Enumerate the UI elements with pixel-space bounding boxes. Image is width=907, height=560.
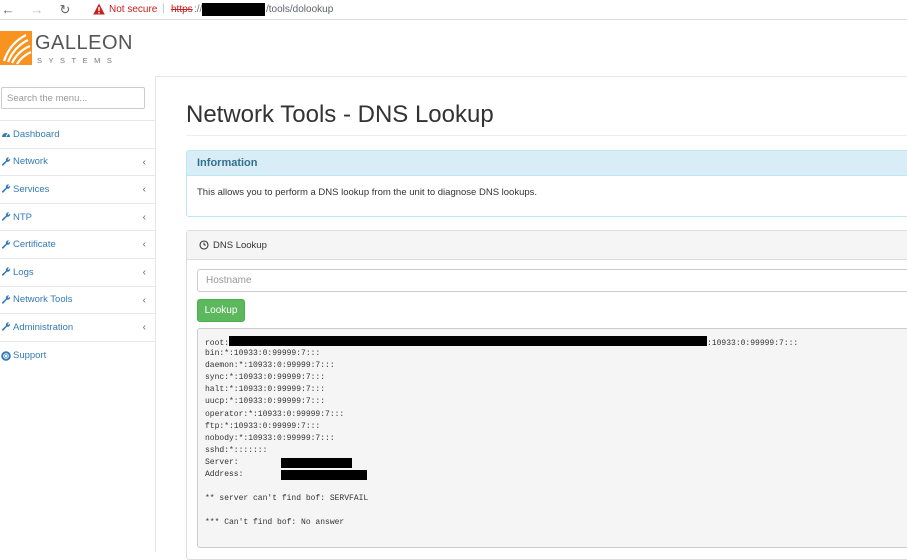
chevron-left-icon: ‹ (142, 211, 146, 223)
sidebar-item-administration[interactable]: Administration ‹ (0, 314, 155, 342)
security-status[interactable]: Not secure (109, 4, 157, 15)
output-line: operator:*:10933:0:99999:7::: (205, 409, 345, 419)
chevron-left-icon: ‹ (142, 184, 146, 196)
chevron-left-icon: ‹ (142, 322, 146, 334)
output-line: sshd:*::::::: (205, 445, 268, 455)
warning-icon[interactable] (93, 3, 105, 15)
hostname-input[interactable] (197, 269, 907, 292)
reload-icon[interactable]: ↻ (57, 2, 73, 18)
sidebar-item-services[interactable]: Services ‹ (0, 176, 155, 204)
sidebar-item-logs[interactable]: Logs ‹ (0, 259, 155, 287)
information-heading: Information (187, 151, 907, 176)
galleon-logo[interactable]: GALLEON SYSTEMS (0, 28, 155, 70)
output-error-servfail: ** server can't find bof: SERVFAIL (205, 494, 369, 504)
sidebar-item-support[interactable]: Support (0, 342, 155, 370)
wrench-icon (1, 240, 11, 250)
sidebar-item-certificate[interactable]: Certificate ‹ (0, 231, 155, 259)
chevron-left-icon: ‹ (142, 156, 146, 168)
dashboard-icon (1, 129, 11, 139)
chevron-left-icon: ‹ (142, 239, 146, 251)
sidebar-item-label: Network (13, 156, 48, 168)
sidebar: Dashboard Network ‹ Services ‹ NTP ‹ Cer… (0, 76, 156, 552)
header-divider (155, 76, 907, 77)
sidebar-item-dashboard[interactable]: Dashboard (0, 121, 155, 149)
redacted-address (281, 470, 367, 481)
chevron-left-icon: ‹ (142, 294, 146, 306)
wrench-icon (1, 212, 11, 222)
sidebar-item-label: Dashboard (13, 128, 60, 140)
logo-subtitle: SYSTEMS (37, 56, 119, 65)
sidebar-item-network-tools[interactable]: Network Tools ‹ (0, 287, 155, 315)
output-line-server: Server: (205, 457, 907, 469)
wrench-icon (1, 267, 11, 277)
wrench-icon (1, 184, 11, 194)
dns-lookup-heading: DNS Lookup (187, 231, 907, 260)
arrow-left-icon[interactable]: ← (0, 2, 16, 18)
lookup-output: root::10933:0:99999:7::: bin:*:10933:0:99… (197, 328, 907, 548)
redacted-server (281, 457, 352, 468)
url-path[interactable]: /tools/dolookup (266, 4, 333, 15)
url-protocol[interactable]: https (171, 4, 193, 15)
dns-lookup-panel: DNS Lookup Lookup root::10933:0:99999:7:… (186, 230, 907, 560)
output-line-address: Address: (205, 469, 907, 481)
information-panel: Information This allows you to perform a… (186, 150, 907, 217)
title-divider (186, 135, 907, 136)
sidebar-item-label: Services (13, 183, 50, 195)
output-line: daemon:*:10933:0:99999:7::: (205, 361, 335, 371)
sidebar-search (0, 76, 155, 121)
output-line: nobody:*:10933:0:99999:7::: (205, 433, 335, 443)
sidebar-item-network[interactable]: Network ‹ (0, 149, 155, 177)
output-line: sync:*:10933:0:99999:7::: (205, 373, 326, 383)
wrench-icon (1, 322, 11, 332)
redacted-root-hash (229, 336, 708, 346)
lookup-button[interactable]: Lookup (197, 299, 245, 322)
output-error-no-answer: *** Can't find bof: No answer (205, 518, 345, 528)
dns-lookup-title: DNS Lookup (213, 239, 267, 251)
wrench-icon (1, 295, 11, 305)
output-blank (205, 481, 907, 493)
sidebar-item-label: NTP (13, 211, 32, 223)
menu-search-input[interactable] (1, 87, 145, 109)
information-text: This allows you to perform a DNS lookup … (197, 187, 538, 198)
sidebar-item-label: Logs (13, 266, 34, 278)
clock-icon (199, 240, 209, 250)
output-line: uucp:*:10933:0:99999:7::: (205, 397, 326, 407)
sidebar-item-label: Support (13, 350, 47, 362)
sidebar-menu: Dashboard Network ‹ Services ‹ NTP ‹ Cer… (0, 121, 155, 369)
output-line: halt:*:10933:0:99999:7::: (205, 385, 326, 395)
url-separator: | (162, 3, 165, 14)
sidebar-item-label: Administration (13, 321, 74, 333)
redacted-host (202, 3, 265, 16)
sidebar-item-label: Network Tools (13, 294, 73, 306)
galleon-logo-mark (0, 31, 32, 65)
arrow-right-icon[interactable]: → (29, 2, 45, 18)
output-line: ftp:*:10933:0:99999:7::: (205, 421, 321, 431)
sidebar-item-ntp[interactable]: NTP ‹ (0, 204, 155, 232)
browser-address-bar: ← → ↻ Not secure | https :// /tools/dolo… (0, 0, 907, 20)
logo-name: GALLEON (35, 32, 133, 54)
lifebuoy-icon (1, 350, 11, 361)
output-line-root: root::10933:0:99999:7::: (205, 336, 907, 348)
wrench-icon (1, 157, 11, 167)
output-blank (205, 505, 907, 517)
chevron-left-icon: ‹ (142, 266, 146, 278)
page-title: Network Tools - DNS Lookup (186, 101, 494, 128)
output-line: bin:*:10933:0:99999:7::: (205, 349, 321, 359)
sidebar-item-label: Certificate (13, 239, 56, 251)
